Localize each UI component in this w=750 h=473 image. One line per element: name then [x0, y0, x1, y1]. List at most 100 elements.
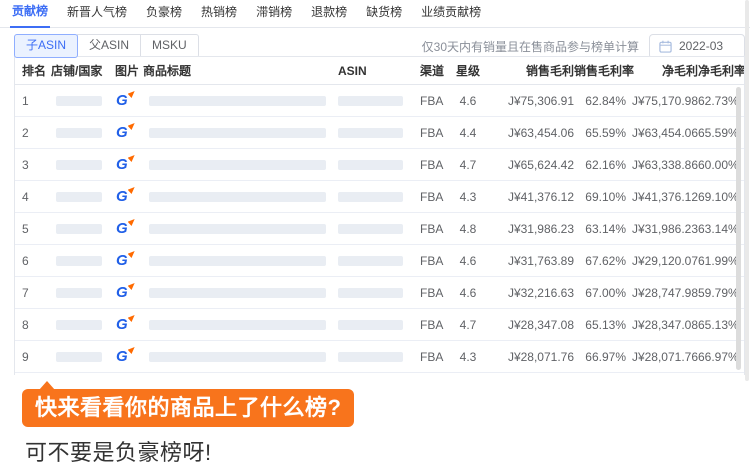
g-brand-logo-icon: G [116, 317, 135, 332]
channel-value: FBA [404, 286, 448, 300]
asin-placeholder [338, 160, 403, 170]
store-placeholder [56, 256, 102, 266]
tab-performance-contribution[interactable]: 业绩贡献榜 [419, 0, 483, 27]
stars-value: 4.8 [448, 222, 488, 236]
table-row[interactable]: 9 G FBA 4.3 J¥28,071.76 66.97% J¥28,071.… [15, 341, 744, 373]
col-header-net-margin: 净毛利率 [698, 62, 744, 79]
gross-profit-value: J¥31,986.23 [488, 222, 574, 236]
title-placeholder [149, 128, 326, 138]
child-asin-button[interactable]: 子ASIN [14, 34, 78, 57]
col-header-title: 商品标题 [143, 62, 326, 79]
asin-placeholder [338, 128, 403, 138]
title-placeholder [149, 224, 326, 234]
title-placeholder [149, 352, 326, 362]
title-placeholder [149, 160, 326, 170]
table-row[interactable]: 4 G FBA 4.3 J¥41,376.12 69.10% J¥41,376.… [15, 181, 744, 213]
net-profit-value: J¥63,454.06 [626, 126, 698, 140]
asin-placeholder [338, 320, 403, 330]
rank-value: 8 [15, 318, 51, 332]
toolbar-right: 仅30天内有销量且在售商品参与榜单计算 2022-03 [422, 34, 745, 59]
store-placeholder [56, 96, 102, 106]
rank-value: 2 [15, 126, 51, 140]
gross-margin-value: 63.14% [574, 222, 626, 236]
col-header-gross-margin: 销售毛利率 [574, 62, 626, 79]
rank-value: 9 [15, 350, 51, 364]
table-row[interactable]: 3 G FBA 4.7 J¥65,624.42 62.16% J¥63,338.… [15, 149, 744, 181]
tab-hot-sale[interactable]: 热销榜 [199, 0, 239, 27]
stars-value: 4.6 [448, 94, 488, 108]
gross-profit-value: J¥63,454.06 [488, 126, 574, 140]
channel-value: FBA [404, 318, 448, 332]
rank-value: 7 [15, 286, 51, 300]
tab-new-popularity[interactable]: 新晋人气榜 [65, 0, 129, 27]
callout-subtext: 可不要是负豪榜呀! [22, 435, 354, 467]
title-placeholder [149, 256, 326, 266]
stars-value: 4.4 [448, 126, 488, 140]
rank-value: 6 [15, 254, 51, 268]
gross-profit-value: J¥28,347.08 [488, 318, 574, 332]
g-brand-logo-icon: G [116, 125, 135, 140]
channel-value: FBA [404, 158, 448, 172]
net-profit-value: J¥28,071.76 [626, 350, 698, 364]
rank-value: 5 [15, 222, 51, 236]
gross-margin-value: 65.13% [574, 318, 626, 332]
tab-slow-sale[interactable]: 滞销榜 [254, 0, 294, 27]
net-profit-value: J¥29,120.07 [626, 254, 698, 268]
gross-margin-value: 67.62% [574, 254, 626, 268]
table-scrollbar-thumb[interactable] [736, 87, 741, 370]
gross-profit-value: J¥31,763.89 [488, 254, 574, 268]
gross-profit-value: J¥41,376.12 [488, 190, 574, 204]
title-placeholder [149, 96, 326, 106]
store-placeholder [56, 160, 102, 170]
channel-value: FBA [404, 222, 448, 236]
table-row[interactable]: 5 G FBA 4.8 J¥31,986.23 63.14% J¥31,986.… [15, 213, 744, 245]
tab-contribution[interactable]: 贡献榜 [10, 0, 50, 28]
channel-value: FBA [404, 126, 448, 140]
gross-margin-value: 67.00% [574, 286, 626, 300]
rank-value: 3 [15, 158, 51, 172]
table-row[interactable]: 6 G FBA 4.6 J¥31,763.89 67.62% J¥29,120.… [15, 245, 744, 277]
store-placeholder [56, 320, 102, 330]
title-placeholder [149, 288, 326, 298]
asin-type-segmented-control: 子ASIN 父ASIN MSKU [14, 34, 199, 57]
col-header-store-country: 店铺/国家 [51, 62, 111, 79]
month-picker[interactable]: 2022-03 [649, 34, 745, 59]
msku-button[interactable]: MSKU [140, 34, 199, 57]
gross-margin-value: 65.59% [574, 126, 626, 140]
stars-value: 4.7 [448, 158, 488, 172]
table-row[interactable]: 7 G FBA 4.6 J¥32,216.63 67.00% J¥28,747.… [15, 277, 744, 309]
store-placeholder [56, 192, 102, 202]
ranking-tabbar: 贡献榜 新晋人气榜 负豪榜 热销榜 滞销榜 退款榜 缺货榜 业绩贡献榜 [0, 0, 750, 28]
asin-placeholder [338, 96, 403, 106]
tab-negative-profit[interactable]: 负豪榜 [144, 0, 184, 27]
table-row-partial[interactable]: G [15, 373, 744, 375]
table-row[interactable]: 1 G FBA 4.6 J¥75,306.91 62.84% J¥75,170.… [15, 85, 744, 117]
calendar-icon [659, 40, 672, 53]
table-row[interactable]: 2 G FBA 4.4 J¥63,454.06 65.59% J¥63,454.… [15, 117, 744, 149]
g-brand-logo-icon: G [116, 253, 135, 268]
col-header-channel: 渠道 [404, 62, 448, 79]
asin-placeholder [338, 352, 403, 362]
callout: 快来看看你的商品上了什么榜? 可不要是负豪榜呀! [22, 389, 354, 467]
col-header-stars: 星级 [448, 62, 488, 79]
tab-out-of-stock[interactable]: 缺货榜 [364, 0, 404, 27]
title-placeholder [149, 192, 326, 202]
page-scrollbar-thumb[interactable] [745, 0, 749, 381]
tab-refund[interactable]: 退款榜 [309, 0, 349, 27]
stars-value: 4.7 [448, 318, 488, 332]
channel-value: FBA [404, 190, 448, 204]
stars-value: 4.3 [448, 190, 488, 204]
asin-placeholder [338, 224, 403, 234]
g-brand-logo-icon: G [116, 93, 135, 108]
parent-asin-button[interactable]: 父ASIN [77, 34, 141, 57]
col-header-net-profit: 净毛利 [626, 62, 698, 79]
table-row[interactable]: 8 G FBA 4.7 J¥28,347.08 65.13% J¥28,347.… [15, 309, 744, 341]
gross-profit-value: J¥75,306.91 [488, 94, 574, 108]
ranking-table: 排名 店铺/国家 图片 商品标题 ASIN 渠道 星级 销售毛利 销售毛利率 净… [14, 56, 745, 375]
g-brand-logo-icon: G [116, 285, 135, 300]
stars-value: 4.3 [448, 350, 488, 364]
title-placeholder [149, 320, 326, 330]
stars-value: 4.6 [448, 254, 488, 268]
channel-value: FBA [404, 350, 448, 364]
net-profit-value: J¥28,747.98 [626, 286, 698, 300]
